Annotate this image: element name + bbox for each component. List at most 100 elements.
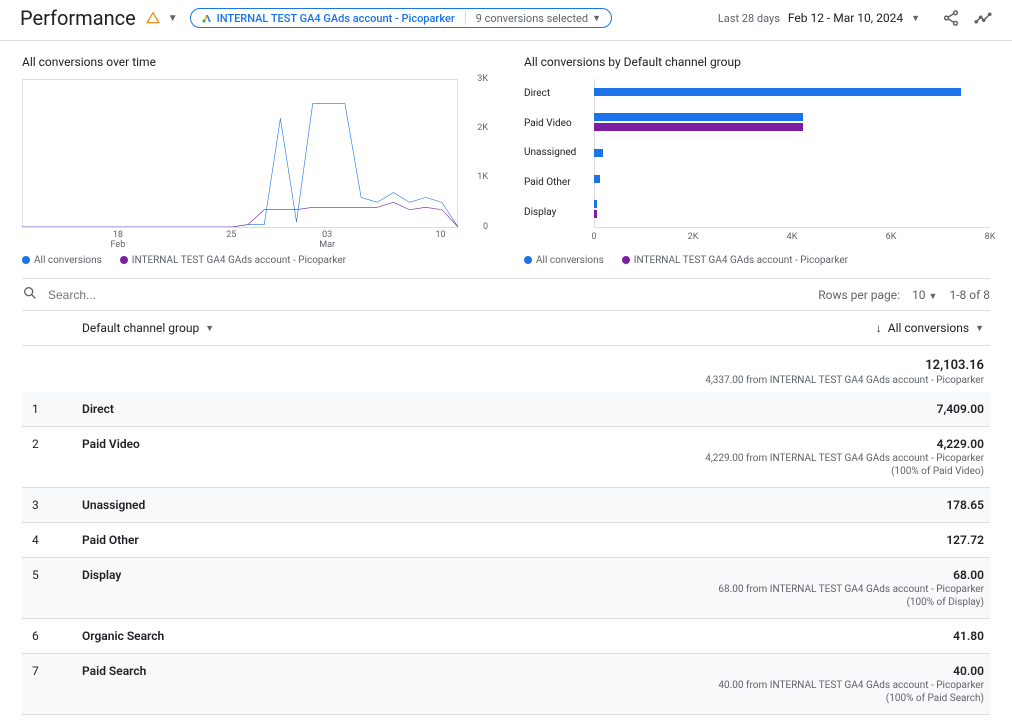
row-index: 5 — [22, 568, 82, 608]
google-ads-icon — [201, 12, 213, 24]
x-tick: 03 — [322, 230, 332, 240]
date-range-value: Feb 12 - Mar 10, 2024 — [788, 11, 903, 25]
row-index: 2 — [22, 437, 82, 477]
row-metric: 127.72 — [946, 533, 984, 547]
row-index: 1 — [22, 402, 82, 416]
y-tick: 0 — [483, 222, 488, 232]
row-metric-sub: (100% of Display) — [718, 597, 984, 608]
bar-chart-plot[interactable]: Direct Paid Video Unassigned Paid Other Disp… — [524, 79, 990, 249]
legend-dot-icon — [120, 256, 128, 264]
bar-chart-title: All conversions by Default channel group — [524, 55, 990, 69]
legend-dot-icon — [622, 256, 630, 264]
bar-chart-legend: All conversions INTERNAL TEST GA4 GAds a… — [524, 255, 990, 266]
bar-segment — [594, 123, 803, 131]
x-tick: 2K — [688, 232, 699, 242]
table-row[interactable]: 5Display68.0068.00 from INTERNAL TEST GA… — [22, 558, 990, 619]
row-metric: 7,409.00 — [937, 402, 984, 416]
dimension-header[interactable]: Default channel group ▼ — [82, 321, 282, 335]
pill-separator — [465, 11, 466, 25]
bar-category-label: Display — [524, 207, 590, 218]
row-metric: 41.80 — [953, 629, 984, 643]
x-tick: 4K — [787, 232, 798, 242]
row-metric-sub: (100% of Paid Video) — [705, 466, 984, 477]
table-row[interactable]: 3Unassigned178.65 — [22, 488, 990, 523]
legend-label: All conversions — [34, 255, 102, 266]
row-metric-sub: 4,229.00 from INTERNAL TEST GA4 GAds acc… — [705, 453, 984, 464]
bar-group — [594, 88, 990, 96]
table-row[interactable]: 7Paid Search 40.0040.00 from INTERNAL TES… — [22, 654, 990, 715]
y-tick: 3K — [477, 74, 488, 84]
table-totals-row: 12,103.16 4,337.00 from INTERNAL TEST GA… — [22, 346, 990, 392]
row-index: 6 — [22, 629, 82, 643]
page-title: Performance — [20, 6, 136, 30]
line-chart-title: All conversions over time — [22, 55, 488, 69]
table-row[interactable]: 1Direct 7,409.00 — [22, 392, 990, 427]
date-range-label: Last 28 days — [718, 12, 780, 25]
legend-dot-icon — [524, 256, 532, 264]
row-metric: 40.0040.00 from INTERNAL TEST GA4 GAds a… — [718, 664, 984, 704]
x-tick: 18 — [113, 230, 123, 240]
page-header: Performance ▼ INTERNAL TEST GA4 GAds acc… — [0, 0, 1012, 41]
row-metric: 4,229.004,229.00 from INTERNAL TEST GA4 … — [705, 437, 984, 477]
bar-segment — [594, 200, 597, 208]
table-toolbar: Rows per page: 10 ▼ 1-8 of 8 — [22, 278, 990, 311]
line-chart-card: All conversions over time 3K 2K 1K 0 18F… — [22, 55, 488, 266]
table-header: Default channel group ▼ ↓ All conversion… — [22, 311, 990, 346]
table-row[interactable]: 4Paid Other 127.72 — [22, 523, 990, 558]
row-dimension: Paid Other — [82, 533, 342, 547]
chevron-down-icon: ▼ — [205, 323, 214, 334]
bar-group — [594, 149, 990, 157]
filter-selection-label: 9 conversions selected — [476, 12, 588, 25]
warning-icon[interactable] — [146, 11, 160, 25]
row-metric-sub: 40.00 from INTERNAL TEST GA4 GAds accoun… — [718, 680, 984, 691]
bar-category-label: Paid Other — [524, 177, 590, 188]
row-dimension: Paid Search — [82, 664, 342, 704]
bar-segment — [594, 210, 597, 218]
row-dimension: Paid Video — [82, 437, 342, 477]
share-icon[interactable] — [942, 9, 960, 27]
bar-segment — [594, 175, 600, 183]
bar-segment — [594, 113, 803, 121]
row-index: 7 — [22, 664, 82, 704]
rows-per-page-select[interactable]: 10 ▼ — [912, 288, 937, 302]
line-chart-plot[interactable]: 3K 2K 1K 0 18Feb 25 03Mar 10 — [22, 79, 488, 249]
bar-group — [594, 175, 990, 183]
row-metric-sub: 68.00 from INTERNAL TEST GA4 GAds accoun… — [718, 584, 984, 595]
row-index: 3 — [22, 498, 82, 512]
table-row[interactable]: 2Paid Video 4,229.004,229.00 from INTERNA… — [22, 427, 990, 488]
legend-dot-icon — [22, 256, 30, 264]
x-tick-month: Mar — [319, 240, 335, 250]
chevron-down-icon: ▼ — [975, 323, 984, 334]
row-index: 4 — [22, 533, 82, 547]
bar-group — [594, 113, 990, 131]
arrow-down-icon: ↓ — [876, 321, 882, 335]
x-tick: 0 — [591, 232, 596, 242]
bar-group — [594, 200, 990, 218]
chevron-down-icon: ▼ — [929, 292, 938, 302]
bar-segment — [594, 88, 961, 96]
row-dimension: Direct — [82, 402, 342, 416]
chevron-down-icon[interactable]: ▼ — [168, 13, 178, 24]
x-tick: 25 — [226, 230, 236, 240]
bar-category-label: Paid Video — [524, 118, 590, 129]
metric-header[interactable]: ↓ All conversions ▼ — [876, 321, 990, 335]
bar-category-label: Unassigned — [524, 147, 590, 158]
legend-label: INTERNAL TEST GA4 GAds account - Picopar… — [132, 255, 346, 266]
bar-category-label: Direct — [524, 88, 590, 99]
x-tick: 6K — [886, 232, 897, 242]
insights-icon[interactable] — [974, 9, 992, 27]
y-tick: 1K — [477, 172, 488, 182]
y-tick: 2K — [477, 123, 488, 133]
account-filter-pill[interactable]: INTERNAL TEST GA4 GAds account - Picopar… — [190, 8, 612, 28]
row-dimension: Organic Search — [82, 629, 342, 643]
chevron-down-icon: ▼ — [592, 13, 601, 24]
totals-sub: 4,337.00 from INTERNAL TEST GA4 GAds acc… — [705, 375, 984, 386]
legend-label: All conversions — [536, 255, 604, 266]
x-tick: 10 — [435, 230, 445, 240]
date-range-picker[interactable]: Last 28 days Feb 12 - Mar 10, 2024 ▼ — [718, 11, 920, 25]
table-row[interactable]: 6Organic Search 41.80 — [22, 619, 990, 654]
x-tick: 8K — [985, 232, 996, 242]
legend-label: INTERNAL TEST GA4 GAds account - Picopar… — [634, 255, 848, 266]
search-input[interactable] — [46, 287, 346, 303]
row-metric: 178.65 — [946, 498, 984, 512]
